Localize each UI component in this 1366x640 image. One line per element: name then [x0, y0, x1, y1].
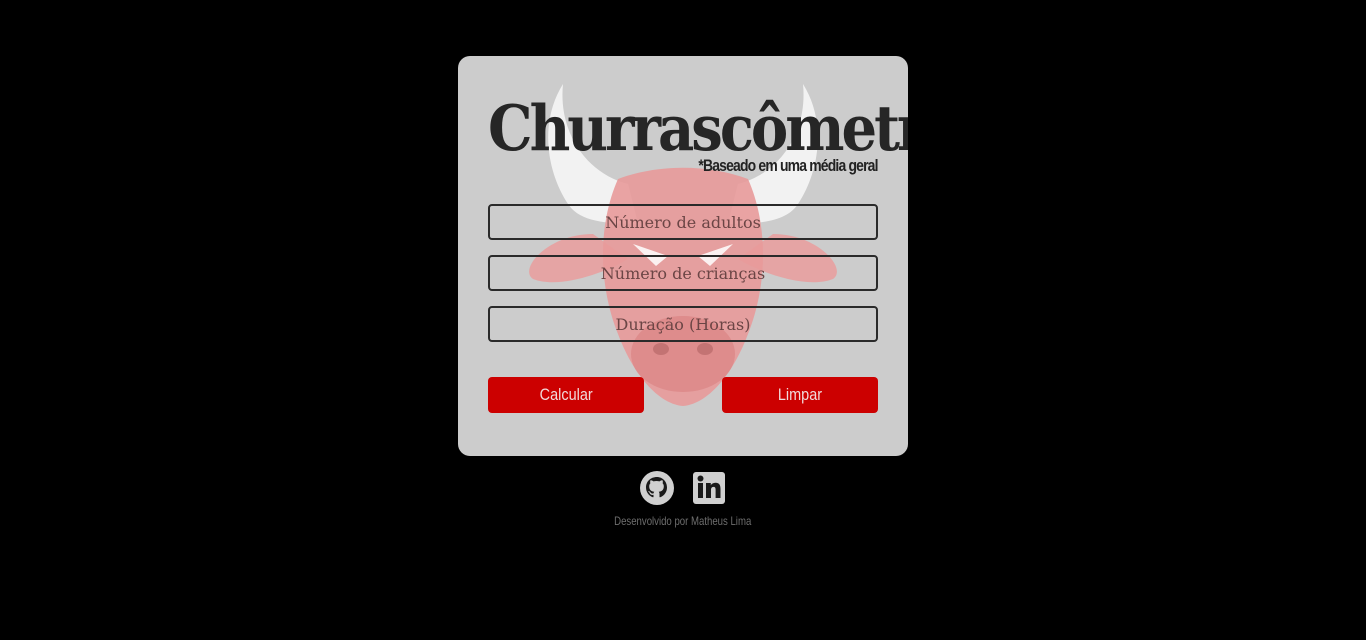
calculate-button[interactable]: Calcular [488, 377, 644, 413]
subtitle-note: *Baseado em uma média geral [698, 156, 879, 175]
github-icon [639, 471, 674, 505]
clear-button[interactable]: Limpar [722, 377, 878, 413]
duration-input[interactable] [488, 306, 878, 342]
linkedin-icon [693, 472, 726, 504]
linkedin-link[interactable] [691, 470, 727, 506]
adults-input[interactable] [488, 204, 878, 240]
children-input[interactable] [488, 255, 878, 291]
calculator-card: Churrascômetro *Baseado em uma média ger… [458, 56, 908, 456]
github-link[interactable] [639, 470, 675, 506]
footer-credit-text: Desenvolvido por Matheus Lima [614, 514, 752, 528]
calculate-button-label: Calcular [539, 385, 593, 404]
footer-credit: Desenvolvido por Matheus Lima [0, 514, 1366, 528]
clear-button-label: Limpar [777, 385, 823, 404]
social-links [0, 470, 1366, 506]
